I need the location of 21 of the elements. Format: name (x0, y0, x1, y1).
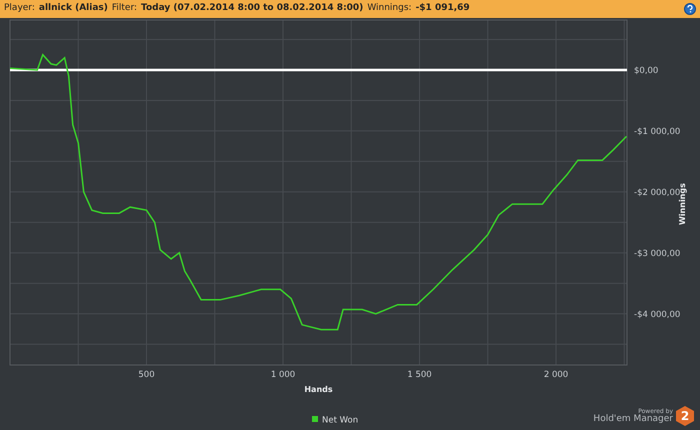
x-axis-title: Hands (304, 385, 333, 394)
filter-label: Filter: (112, 2, 138, 16)
x-tick-label: 1 500 (407, 370, 432, 380)
winnings-label: Winnings: (367, 2, 412, 16)
y-tick-label: -$4 000,00 (634, 310, 680, 320)
legend-label: Net Won (322, 416, 358, 426)
y-tick-label: -$3 000,00 (634, 248, 680, 259)
player-name: allnick (Alias) (38, 2, 108, 16)
y-tick-label: -$1 000,00 (634, 126, 680, 137)
y-axis-title: Winnings (678, 183, 687, 226)
winnings-value: -$1 091,69 (416, 2, 470, 16)
x-tick-label: 500 (138, 370, 155, 380)
x-tick-label: 2 000 (544, 370, 568, 380)
player-label: Player: (4, 2, 35, 16)
help-icon[interactable] (684, 3, 696, 15)
y-tick-label: -$2 000,00 (634, 188, 680, 198)
y-tick-label: $0,00 (634, 66, 658, 76)
x-tick-label: 1 000 (270, 370, 296, 380)
filter-value: Today (07.02.2014 8:00 to 08.02.2014 8:00) (141, 2, 364, 16)
logo-badge: 2 (676, 406, 694, 426)
product-name: Hold'em Manager (593, 414, 673, 424)
